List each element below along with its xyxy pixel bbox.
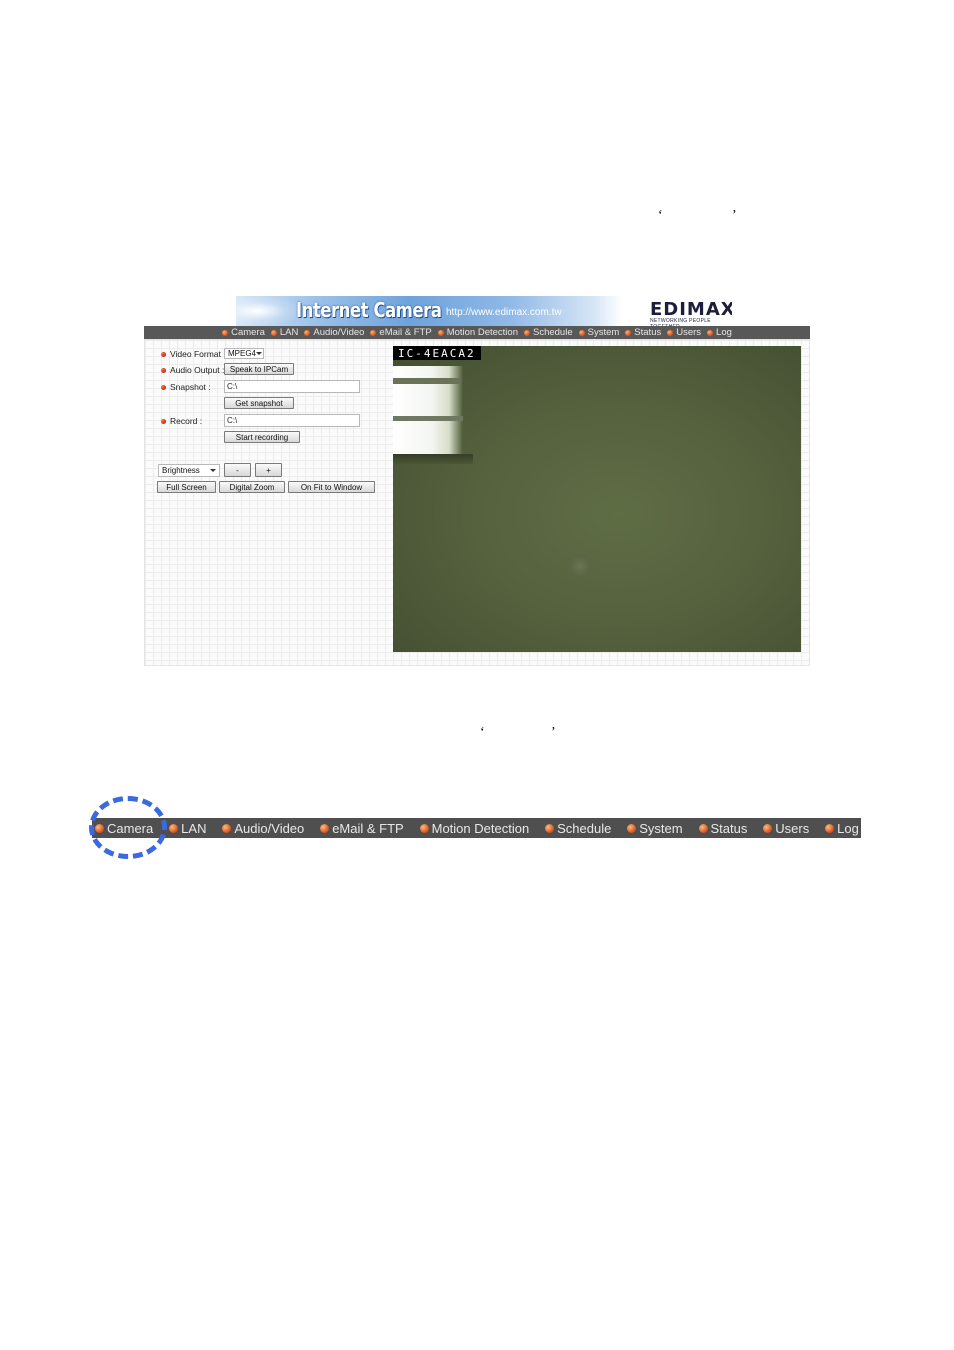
fit-to-window-button[interactable]: On Fit to Window (288, 481, 375, 493)
nav-item-users[interactable]: Users (667, 327, 701, 338)
bullet-icon (161, 418, 166, 424)
nav-item-status[interactable]: Status (625, 327, 661, 338)
record-label: Record : (161, 416, 202, 426)
video-feed[interactable]: IC-4EACA2 (393, 346, 801, 652)
bullet-icon (370, 329, 377, 336)
nav-item-schedule[interactable]: Schedule (545, 821, 611, 836)
bullet-icon (667, 329, 674, 336)
nav-item-users[interactable]: Users (763, 821, 809, 836)
bullet-icon (763, 823, 773, 833)
bullet-icon (698, 823, 708, 833)
nav-item-audio-video[interactable]: Audio/Video (222, 821, 304, 836)
nav-item-system[interactable]: System (578, 327, 619, 338)
audio-output-label: Audio Output : (161, 365, 224, 375)
chevron-down-icon (210, 469, 216, 472)
bullet-icon (169, 823, 179, 833)
video-format-select[interactable]: MPEG4 (224, 348, 264, 359)
bullet-icon (270, 329, 277, 336)
wall-spot (569, 554, 591, 578)
start-recording-button[interactable]: Start recording (224, 431, 300, 443)
bullet-icon (419, 823, 429, 833)
snapshot-path-input[interactable]: C:\ (224, 380, 360, 393)
bullet-icon (707, 329, 714, 336)
nav-item-camera[interactable]: Camera (222, 327, 265, 338)
full-screen-button[interactable]: Full Screen (157, 481, 216, 493)
bullet-icon (625, 329, 632, 336)
increase-button[interactable]: + (255, 463, 282, 477)
nav-item-schedule[interactable]: Schedule (523, 327, 573, 338)
bullet-icon (161, 367, 166, 373)
banner: Internet Camera http://www.edimax.com.tw… (236, 296, 732, 326)
window-sill-shadow (393, 454, 473, 464)
bullet-icon (627, 823, 637, 833)
nav-item-motion-detection[interactable]: Motion Detection (419, 821, 529, 836)
quote-close-2: ’ (551, 725, 556, 740)
nav-item-email-ftp[interactable]: eMail & FTP (320, 821, 404, 836)
bullet-icon (578, 329, 585, 336)
edimax-logo: EDIMAX (650, 299, 732, 320)
bullet-icon (161, 351, 166, 357)
brightness-select[interactable]: Brightness (158, 464, 220, 477)
record-path-input[interactable]: C:\ (224, 414, 360, 427)
snapshot-label: Snapshot : (161, 382, 211, 392)
decrease-button[interactable]: - (224, 463, 251, 477)
quote-open-2: ‘ (480, 725, 485, 740)
bullet-icon (304, 329, 311, 336)
nav-item-log[interactable]: Log (707, 327, 732, 338)
bullet-icon (523, 329, 530, 336)
bullet-icon (545, 823, 555, 833)
quote-close-1: ’ (732, 208, 737, 223)
nav-item-lan[interactable]: LAN (270, 327, 298, 338)
video-format-label: Video Format : (161, 349, 226, 359)
nav-item-system[interactable]: System (627, 821, 683, 836)
get-snapshot-button[interactable]: Get snapshot (224, 397, 294, 409)
enlarged-nav-bar: Camera LAN Audio/Video eMail & FTP Motio… (92, 818, 861, 838)
window-frame (393, 416, 463, 421)
bullet-icon (161, 384, 166, 390)
nav-item-status[interactable]: Status (698, 821, 747, 836)
nav-item-audio-video[interactable]: Audio/Video (304, 327, 364, 338)
banner-title: Internet Camera (296, 298, 442, 322)
nav-item-email-ftp[interactable]: eMail & FTP (370, 327, 432, 338)
nav-item-lan[interactable]: LAN (169, 821, 206, 836)
nav-item-log[interactable]: Log (825, 821, 859, 836)
bullet-icon (437, 329, 444, 336)
logo-tagline: NETWORKING PEOPLE TOGETHER (650, 318, 711, 326)
bullet-icon (320, 823, 330, 833)
digital-zoom-button[interactable]: Digital Zoom (219, 481, 285, 493)
quote-open-1: ‘ (658, 208, 663, 223)
bullet-icon (222, 823, 232, 833)
chevron-down-icon (256, 352, 263, 355)
speak-to-ipcam-button[interactable]: Speak to IPCam (224, 363, 294, 375)
camera-id-overlay: IC-4EACA2 (393, 346, 481, 360)
window-frame (393, 378, 461, 384)
banner-url: http://www.edimax.com.tw (446, 307, 562, 318)
top-nav-bar: Camera LAN Audio/Video eMail & FTP Motio… (144, 326, 810, 339)
bullet-icon (825, 823, 835, 833)
bullet-icon (222, 329, 229, 336)
camera-highlight-circle (89, 796, 167, 859)
nav-item-motion-detection[interactable]: Motion Detection (437, 327, 518, 338)
